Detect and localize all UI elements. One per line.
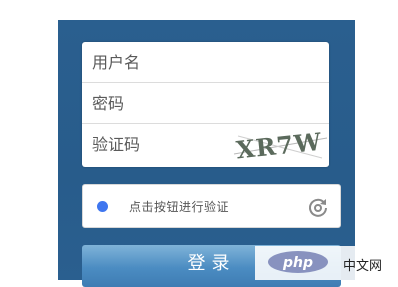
watermark-site-text: 中文网 <box>343 259 383 274</box>
password-row <box>82 83 329 124</box>
verify-dot-icon <box>97 201 108 212</box>
refresh-verify-icon[interactable] <box>307 196 329 218</box>
svg-text:php: php <box>282 255 313 271</box>
password-input[interactable] <box>82 83 232 123</box>
captcha-row: XR7W <box>82 124 329 166</box>
verify-label: 点击按钮进行验证 <box>129 200 230 214</box>
login-form: XR7W <box>82 42 329 167</box>
watermark: php 中文网 <box>255 246 398 280</box>
username-input[interactable] <box>82 42 232 82</box>
captcha-image[interactable]: XR7W <box>232 124 329 166</box>
verify-button[interactable]: 点击按钮进行验证 <box>82 184 341 228</box>
captcha-input[interactable] <box>82 124 232 164</box>
login-label: 登录 <box>187 253 236 274</box>
php-logo-icon: php <box>268 251 328 273</box>
username-row <box>82 42 329 83</box>
